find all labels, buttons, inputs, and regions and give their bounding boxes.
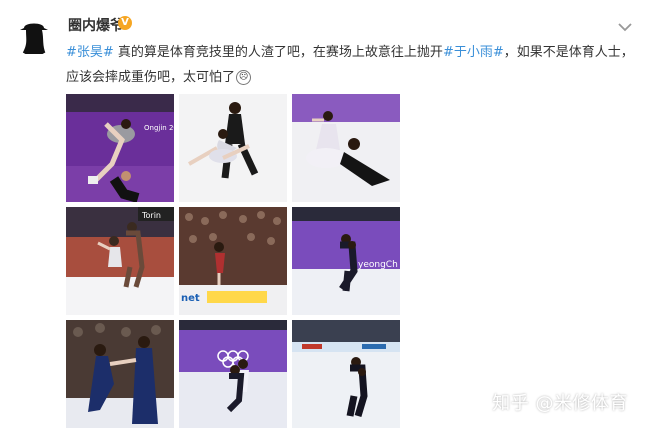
sad-face-emoji-icon: ☹ (236, 70, 252, 85)
skating-photo-3[interactable] (292, 94, 400, 202)
skating-photo-7[interactable] (66, 320, 174, 428)
olympic-banner-text: Ongjin 2018 (144, 124, 174, 132)
image-grid: Ongjin 2018 (66, 94, 400, 428)
skating-photo-9[interactable] (292, 320, 400, 428)
post-text: #张昊# 真的算是体育竞技里的人渣了吧，在赛场上故意往上抛开#于小雨#，如果不是… (66, 40, 641, 90)
watermark-text: 知乎 @米修体育 (492, 393, 628, 414)
verified-badge-icon: V (118, 16, 132, 30)
hashtag-zhang-hao[interactable]: #张昊# (66, 45, 114, 60)
skating-photo-5[interactable]: net (179, 207, 287, 315)
olympic-banner-text: yeongCh (358, 260, 398, 270)
arena-banner-text: net (181, 293, 200, 304)
post-text-part1: 真的算是体育竞技里的人渣了吧，在赛场上故意往上抛开 (113, 45, 443, 60)
skating-photo-8[interactable] (179, 320, 287, 428)
avatar[interactable] (14, 16, 54, 56)
skating-photo-1[interactable]: Ongjin 2018 (66, 94, 174, 202)
skating-photo-2[interactable] (179, 94, 287, 202)
chevron-down-icon[interactable] (618, 17, 632, 32)
skating-photo-6[interactable]: yeongCh (292, 207, 400, 315)
hashtag-yu-xiaoyu[interactable]: #于小雨# (443, 45, 504, 60)
username[interactable]: 圈内爆爷 (68, 15, 124, 35)
skating-photo-4[interactable]: Torin (66, 207, 174, 315)
arena-banner-text: Torin (141, 211, 161, 220)
